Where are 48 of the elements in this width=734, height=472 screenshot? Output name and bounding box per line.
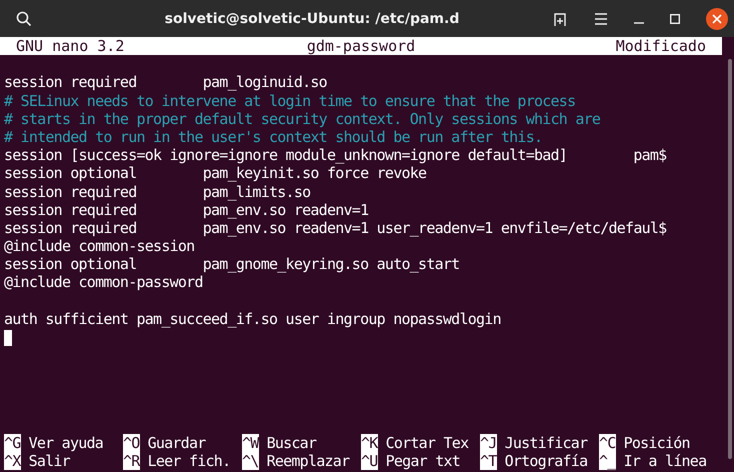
code-line: auth sufficient pam_succeed_if.so user ingroup nopasswdlogin (4, 310, 501, 328)
code-line: session optional pam_gnome_keyring.so auto_start (4, 255, 460, 274)
code-line: @include common-password (4, 273, 203, 292)
scrollbar-thumb[interactable] (728, 59, 732, 459)
text-cursor (4, 330, 12, 346)
shortcut-key: ^X (4, 452, 21, 470)
shortcut-label: Posición (624, 434, 690, 452)
new-tab-icon[interactable] (552, 10, 568, 26)
shortcut-key: ^G (4, 434, 21, 452)
comment-line: # intended to run in the user's context should be run after this. (4, 128, 542, 146)
code-line: session required pam_env.so readenv=1 (4, 200, 368, 219)
code-line: @include common-session (4, 237, 194, 256)
editor-version: GNU nano 3.2 (16, 37, 126, 56)
comment-line: # starts in the proper default security context. Only sessions which are (4, 110, 600, 128)
code-line: session optional pam_keyinit.so force revoke (4, 164, 426, 182)
shortcut-key: ^\ (242, 452, 259, 470)
modified-status: Modificado (614, 37, 706, 56)
comment-line: # SELinux needs to intervene at login time to ensure that the process (4, 92, 576, 110)
shortcut-label: Justificar (504, 434, 588, 452)
code-line: session required pam_loginuid.so (4, 73, 327, 92)
shortcut-label: Ver ayuda (28, 434, 104, 452)
shortcut-label: Leer fich. (148, 452, 230, 470)
shortcut-label: Cortar Tex (386, 434, 468, 452)
shortcut-label: Ir a línea (624, 452, 706, 470)
shortcut-key: ^U (361, 452, 378, 470)
shortcut-label: Buscar (266, 434, 316, 452)
search-icon[interactable] (16, 10, 32, 26)
shortcut-key: ^R (123, 452, 140, 470)
shortcut-label: Salir (28, 452, 70, 470)
shortcut-label: Pegar txt (386, 452, 460, 470)
code-line: session [success=ok ignore=ignore module_unknown=ignore default=bad] pam$ (4, 146, 666, 164)
shortcut-label: Guardar (148, 434, 206, 452)
shortcut-key: ^K (361, 434, 378, 452)
shortcut-label: Reemplazar (266, 452, 350, 470)
shortcut-key: ^W (242, 434, 259, 452)
shortcut-key: ^_ (599, 452, 616, 470)
shortcut-key: ^J (480, 434, 497, 452)
shortcut-key: ^T (480, 452, 497, 470)
maximize-icon[interactable] (670, 14, 680, 24)
menu-icon[interactable] (594, 12, 608, 24)
close-icon[interactable] (706, 8, 728, 30)
code-line: session required pam_env.so readenv=1 user_readenv=1 envfile=/etc/defaul$ (4, 218, 666, 237)
window-title: solvetic@solvetic-Ubuntu: /etc/pam.d (164, 10, 460, 26)
file-name: gdm-password (306, 37, 416, 56)
shortcut-key: ^O (123, 434, 140, 452)
code-line: session required pam_limits.so (4, 182, 310, 200)
shortcut-label: Ortografía (504, 452, 588, 470)
shortcut-key: ^C (599, 434, 616, 452)
